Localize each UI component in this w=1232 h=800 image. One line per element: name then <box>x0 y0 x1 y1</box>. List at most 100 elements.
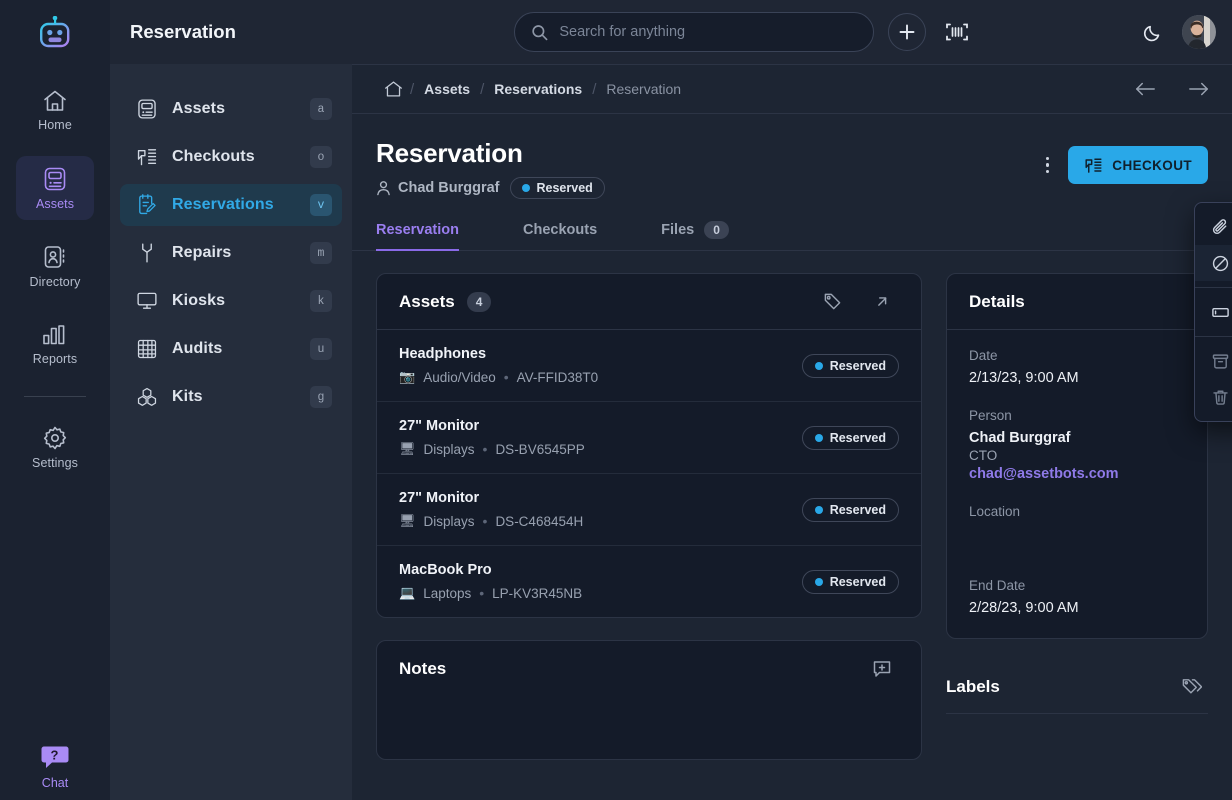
table-row[interactable]: 27" Monitor 🖥 Displays • DS-BV6545PP Res… <box>377 402 921 474</box>
sidebar-item-label: Kiosks <box>172 292 226 309</box>
field-value: 2/13/23, 9:00 AM <box>969 370 1079 386</box>
page-owner-name: Chad Burggraf <box>398 180 500 196</box>
arrow-right-icon <box>1189 82 1208 96</box>
shortcut-badge: o <box>310 146 332 168</box>
camera-emoji: 📷 <box>399 369 416 384</box>
forward-button[interactable] <box>1182 72 1216 106</box>
sidebar-header: Reservation <box>110 0 352 64</box>
sidebar-item-audits[interactable]: Audits u <box>120 328 342 370</box>
sidebar-item-label: Checkouts <box>172 148 255 165</box>
asset-row-main: 27" Monitor 🖥 Displays • DS-BV6545PP <box>399 418 802 457</box>
status-label: Reserved <box>536 181 593 195</box>
tab-label: Checkouts <box>523 222 598 238</box>
plus-icon <box>899 24 915 40</box>
asset-category: Displays <box>423 513 475 529</box>
laptop-emoji: 💻 <box>399 585 416 600</box>
menu-item-edit-reservation-fields[interactable]: Edit reservation fields <box>1195 294 1232 330</box>
status-badge: Reserved <box>801 569 899 594</box>
back-button[interactable] <box>1128 72 1162 106</box>
page-title: Reservation <box>376 138 523 168</box>
add-note-icon[interactable] <box>865 652 899 686</box>
breadcrumb-item-assets[interactable]: Assets <box>414 81 480 97</box>
shortcut-badge: k <box>310 290 332 312</box>
person-icon <box>377 181 390 196</box>
context-menu[interactable]: Attach files Cancel reservation Edit res… <box>1194 202 1232 422</box>
field-label: End Date <box>969 578 1026 593</box>
page-content[interactable]: Reservation Chad Burggraf Reserved CHECK… <box>352 114 1232 800</box>
theme-toggle-button[interactable] <box>1136 15 1170 49</box>
sidebar-item-kits[interactable]: Kits g <box>120 376 342 418</box>
shortcut-badge: m <box>310 242 332 264</box>
tags-icon[interactable] <box>1174 670 1208 704</box>
asset-meta: 🖥 Displays • DS-C468454H <box>399 513 802 529</box>
external-link-icon[interactable] <box>865 285 899 319</box>
person-email-link[interactable]: chad@assetbots.com <box>969 466 1185 482</box>
search-input[interactable] <box>559 24 857 40</box>
notes-card: Notes <box>376 640 922 760</box>
page-header-actions: CHECKOUT <box>1032 138 1208 184</box>
asset-tag: AV-FFID38T0 <box>516 369 599 385</box>
add-button[interactable] <box>888 13 926 51</box>
notes-card-title: Notes <box>399 659 447 678</box>
more-vertical-icon[interactable] <box>1032 148 1062 182</box>
chat-label: Chat <box>41 776 69 790</box>
status-badge: Reserved <box>509 177 605 199</box>
table-row[interactable]: Headphones 📷 Audio/Video • AV-FFID38T0 R… <box>377 330 921 402</box>
asset-name: Headphones <box>399 346 487 362</box>
sidebar-item-label: Reservations <box>172 196 274 213</box>
status-dot <box>814 577 823 586</box>
breadcrumb-item-reservations[interactable]: Reservations <box>484 81 592 97</box>
menu-item-attach-files[interactable]: Attach files <box>1195 209 1232 245</box>
sidebar-item-label: Kits <box>172 388 203 405</box>
field-value: 2/28/23, 9:00 AM <box>969 600 1079 616</box>
sidebar-title: Reservation <box>130 21 236 42</box>
status-badge: Reserved <box>801 425 899 450</box>
field-location: Location <box>969 504 1185 556</box>
labels-card-title: Labels <box>946 677 1000 696</box>
status-dot <box>814 505 823 514</box>
page-header: Reservation Chad Burggraf Reserved CHECK… <box>352 114 1232 199</box>
tab-files[interactable]: Files 0 <box>661 221 729 250</box>
page-header-left: Reservation Chad Burggraf Reserved <box>376 138 1032 199</box>
asset-meta: 💻 Laptops • LP-KV3R45NB <box>399 585 802 601</box>
sidebar-item-reservations[interactable]: Reservations v <box>120 184 342 226</box>
tab-checkouts[interactable]: Checkouts <box>523 221 597 250</box>
sidebar-item-repairs[interactable]: Repairs m <box>120 232 342 274</box>
asset-tag: LP-KV3R45NB <box>492 585 583 601</box>
sidebar-item-label: Repairs <box>172 244 232 261</box>
page-subheader: Chad Burggraf Reserved <box>376 177 1032 199</box>
tab-reservation[interactable]: Reservation <box>376 221 460 251</box>
table-row[interactable]: MacBook Pro 💻 Laptops • LP-KV3R45NB Rese… <box>377 546 921 617</box>
asset-row-main: MacBook Pro 💻 Laptops • LP-KV3R45NB <box>399 562 802 601</box>
left-column: Assets 4 Headphones 📷 Audio/Video • AV-F… <box>376 273 922 782</box>
status-dot <box>814 433 823 442</box>
chat-help-button[interactable]: ? Chat <box>40 743 70 790</box>
sidebar-item-kiosks[interactable]: Kiosks k <box>120 280 342 322</box>
checkout-button[interactable]: CHECKOUT <box>1068 146 1208 184</box>
field-person: Person Chad Burggraf CTO chad@assetbots.… <box>969 408 1185 482</box>
barcode-scan-button[interactable] <box>940 15 974 49</box>
status-dot <box>521 184 530 192</box>
breadcrumb-home-icon[interactable] <box>376 72 410 106</box>
robot-logo-icon[interactable] <box>27 8 83 56</box>
sidebar-item-assets[interactable]: Assets a <box>120 88 342 130</box>
monitor-emoji: 🖥 <box>399 441 416 456</box>
avatar[interactable] <box>1182 15 1216 49</box>
menu-item-cancel-reservation[interactable]: Cancel reservation <box>1195 245 1232 281</box>
table-row[interactable]: 27" Monitor 🖥 Displays • DS-C468454H Res… <box>377 474 921 546</box>
right-column: Details Date 2/13/23, 9:00 AM Person Cha… <box>946 273 1208 714</box>
field-label: Date <box>969 348 998 363</box>
tag-icon[interactable] <box>815 285 849 319</box>
sidebar-item-checkouts[interactable]: Checkouts o <box>120 136 342 178</box>
rail-item-settings[interactable]: Settings <box>16 415 94 479</box>
assets-card-header: Assets 4 <box>377 274 921 330</box>
rail-item-directory[interactable]: Directory <box>16 234 94 298</box>
rail-item-label: Directory <box>29 274 81 289</box>
field-date: Date 2/13/23, 9:00 AM <box>969 348 1185 386</box>
rail-item-assets[interactable]: Assets <box>16 156 94 220</box>
menu-divider <box>1195 287 1232 288</box>
search-box[interactable] <box>514 12 874 52</box>
trash-icon <box>1213 390 1228 405</box>
rail-item-reports[interactable]: Reports <box>16 312 94 376</box>
rail-item-home[interactable]: Home <box>16 78 94 142</box>
